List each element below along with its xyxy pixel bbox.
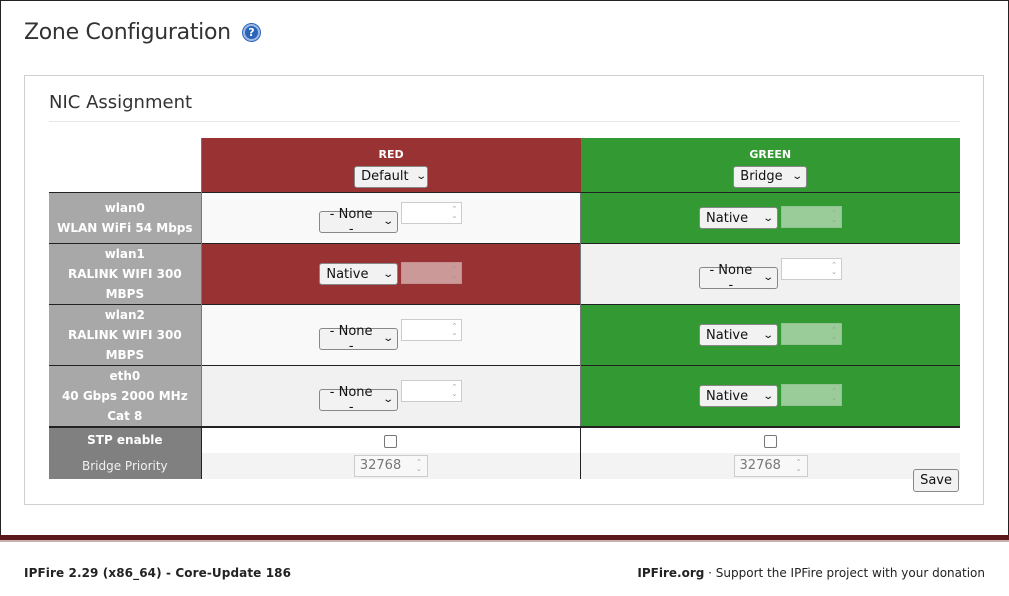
zone-mode-select-green[interactable]: Bridge ⌄ [733, 165, 808, 188]
nic-row-wlan1: wlan1 RALINK WIFI 300 MBPS Native ⌄ ⌃ ⌄ - N… [49, 242, 960, 304]
vlan-id-input: ⌃ ⌄ [781, 323, 843, 345]
nic-row-wlan2: wlan2 RALINK WIFI 300 MBPS - None - ⌄ ⌃ ⌄ N… [49, 303, 960, 365]
nic-cell-red: Native ⌄ ⌃ ⌄ [200, 242, 581, 304]
stp-enable-row: STP enable [49, 425, 960, 453]
chevron-down-icon: ⌄ [761, 329, 774, 341]
spinner-arrows-icon: ⌃ ⌄ [831, 209, 838, 224]
vlan-id-input: ⌃ ⌄ [781, 384, 843, 406]
nic-cell-green: Native ⌄ ⌃ ⌄ [580, 303, 960, 365]
bridge-priority-input-red: 32768 ⌃ ⌄ [353, 454, 428, 477]
spinner-arrows-icon: ⌃ ⌄ [795, 457, 802, 473]
nic-cell-green: - None - ⌄ ⌃ ⌄ [580, 242, 960, 304]
save-button[interactable]: Save [913, 469, 959, 492]
bridge-priority-label: Bridge Priority [49, 452, 202, 479]
zone-name-green: GREEN [749, 148, 792, 161]
nic-row-wlan0: wlan0 WLAN WiFi 54 Mbps - None - ⌄ ⌃ ⌄ Nati… [49, 191, 960, 243]
stp-enable-label: STP enable [49, 425, 202, 453]
access-select[interactable]: Native ⌄ [699, 324, 779, 346]
access-select[interactable]: - None - ⌄ [699, 263, 779, 293]
page-title-text: Zone Configuration [24, 20, 231, 45]
version-info: IPFire 2.29 (x86_64) - Core-Update 186 [24, 566, 292, 580]
chevron-down-icon: ⌄ [382, 268, 395, 280]
access-select[interactable]: Native ⌄ [319, 263, 399, 285]
chevron-down-icon: ⌄ [761, 212, 774, 224]
stp-checkbox-green[interactable] [764, 434, 778, 448]
bridge-priority-input-green: 32768 ⌃ ⌄ [733, 454, 808, 477]
nic-cell-green: Native ⌄ ⌃ ⌄ [580, 191, 960, 243]
chevron-down-icon: ⌄ [761, 390, 774, 402]
nic-name: wlan1 [104, 246, 145, 261]
nic-name: wlan2 [104, 307, 145, 322]
support-text: · Support the IPFire project with your d… [704, 566, 985, 580]
access-select[interactable]: - None - ⌄ [319, 324, 399, 354]
vlan-id-input: ⌃ ⌄ [781, 206, 843, 228]
spinner-arrows-icon: ⌃ ⌄ [415, 457, 422, 473]
nic-cell-red: - None - ⌄ ⌃ ⌄ [200, 303, 581, 365]
stp-cell-green [580, 425, 960, 453]
nic-row-eth0: eth0 40 Gbps 2000 MHz Cat 8 - None - ⌄ ⌃ ⌄ … [49, 364, 960, 427]
nic-label: wlan1 RALINK WIFI 300 MBPS [49, 242, 202, 304]
access-select[interactable]: - None - ⌄ [319, 207, 399, 237]
nic-cell-red: - None - ⌄ ⌃ ⌄ [200, 191, 581, 243]
nic-description: WLAN WiFi 54 Mbps [57, 220, 193, 235]
chevron-down-icon: ⌄ [414, 171, 427, 182]
stp-checkbox-red[interactable] [384, 434, 398, 448]
spinner-arrows-icon: ⌃ ⌄ [451, 265, 458, 280]
spinner-arrows-icon: ⌃ ⌄ [831, 261, 838, 277]
page-title: Zone Configuration ? [24, 20, 260, 45]
ipfire-link[interactable]: IPFire.org [637, 566, 704, 580]
nic-name: eth0 [109, 368, 141, 383]
nic-label: wlan2 RALINK WIFI 300 MBPS [49, 303, 202, 365]
nic-assignment-panel: NIC Assignment RED Default ⌄ GREEN Bridge… [24, 75, 984, 505]
vlan-id-input[interactable]: ⌃ ⌄ [401, 319, 463, 342]
chevron-down-icon: ⌄ [382, 394, 395, 406]
access-select[interactable]: - None - ⌄ [319, 385, 399, 415]
vlan-id-input[interactable]: ⌃ ⌄ [401, 202, 463, 225]
footer-support: IPFire.org · Support the IPFire project … [637, 566, 985, 580]
chevron-down-icon: ⌄ [791, 171, 803, 182]
nic-assignment-table: RED Default ⌄ GREEN Bridge ⌄ wlan0 WLAN Wi… [49, 138, 960, 479]
nic-name: wlan0 [104, 200, 145, 215]
spinner-arrows-icon: ⌃ ⌄ [451, 383, 458, 399]
spinner-arrows-icon: ⌃ ⌄ [831, 387, 838, 402]
zone-header-red: RED Default ⌄ [200, 138, 581, 192]
spinner-arrows-icon: ⌃ ⌄ [451, 205, 458, 221]
zone-header-green: GREEN Bridge ⌄ [580, 138, 960, 192]
zone-name-red: RED [378, 148, 404, 161]
chevron-down-icon: ⌄ [382, 333, 395, 345]
access-select[interactable]: Native ⌄ [699, 385, 779, 407]
zone-mode-select-red[interactable]: Default ⌄ [354, 165, 429, 188]
footer: IPFire 2.29 (x86_64) - Core-Update 186 I… [0, 542, 1009, 596]
nic-cell-red: - None - ⌄ ⌃ ⌄ [200, 364, 581, 427]
nic-cell-green: Native ⌄ ⌃ ⌄ [580, 364, 960, 427]
nic-description: RALINK WIFI 300 MBPS [67, 266, 182, 301]
chevron-down-icon: ⌄ [382, 216, 395, 228]
section-title: NIC Assignment [49, 92, 960, 122]
stp-cell-red [200, 425, 581, 453]
zone-header-row: RED Default ⌄ GREEN Bridge ⌄ [49, 138, 960, 192]
chevron-down-icon: ⌄ [761, 272, 774, 284]
priority-cell-red: 32768 ⌃ ⌄ [200, 452, 581, 479]
nic-description: RALINK WIFI 300 MBPS [67, 327, 182, 362]
access-select[interactable]: Native ⌄ [699, 207, 779, 229]
spinner-arrows-icon: ⌃ ⌄ [451, 322, 458, 338]
vlan-id-input: ⌃ ⌄ [401, 262, 463, 284]
help-icon[interactable]: ? [242, 24, 260, 41]
nic-label: wlan0 WLAN WiFi 54 Mbps [49, 191, 202, 243]
nic-label: eth0 40 Gbps 2000 MHz Cat 8 [49, 364, 202, 427]
nic-description: 40 Gbps 2000 MHz Cat 8 [61, 388, 188, 423]
vlan-id-input[interactable]: ⌃ ⌄ [781, 258, 843, 281]
spinner-arrows-icon: ⌃ ⌄ [831, 326, 838, 341]
vlan-id-input[interactable]: ⌃ ⌄ [401, 380, 463, 403]
header-empty-cell [49, 138, 202, 192]
priority-cell-green: 32768 ⌃ ⌄ [580, 452, 960, 479]
bridge-priority-row: Bridge Priority 32768 ⌃ ⌄ 32768 ⌃ ⌄ [49, 452, 960, 479]
